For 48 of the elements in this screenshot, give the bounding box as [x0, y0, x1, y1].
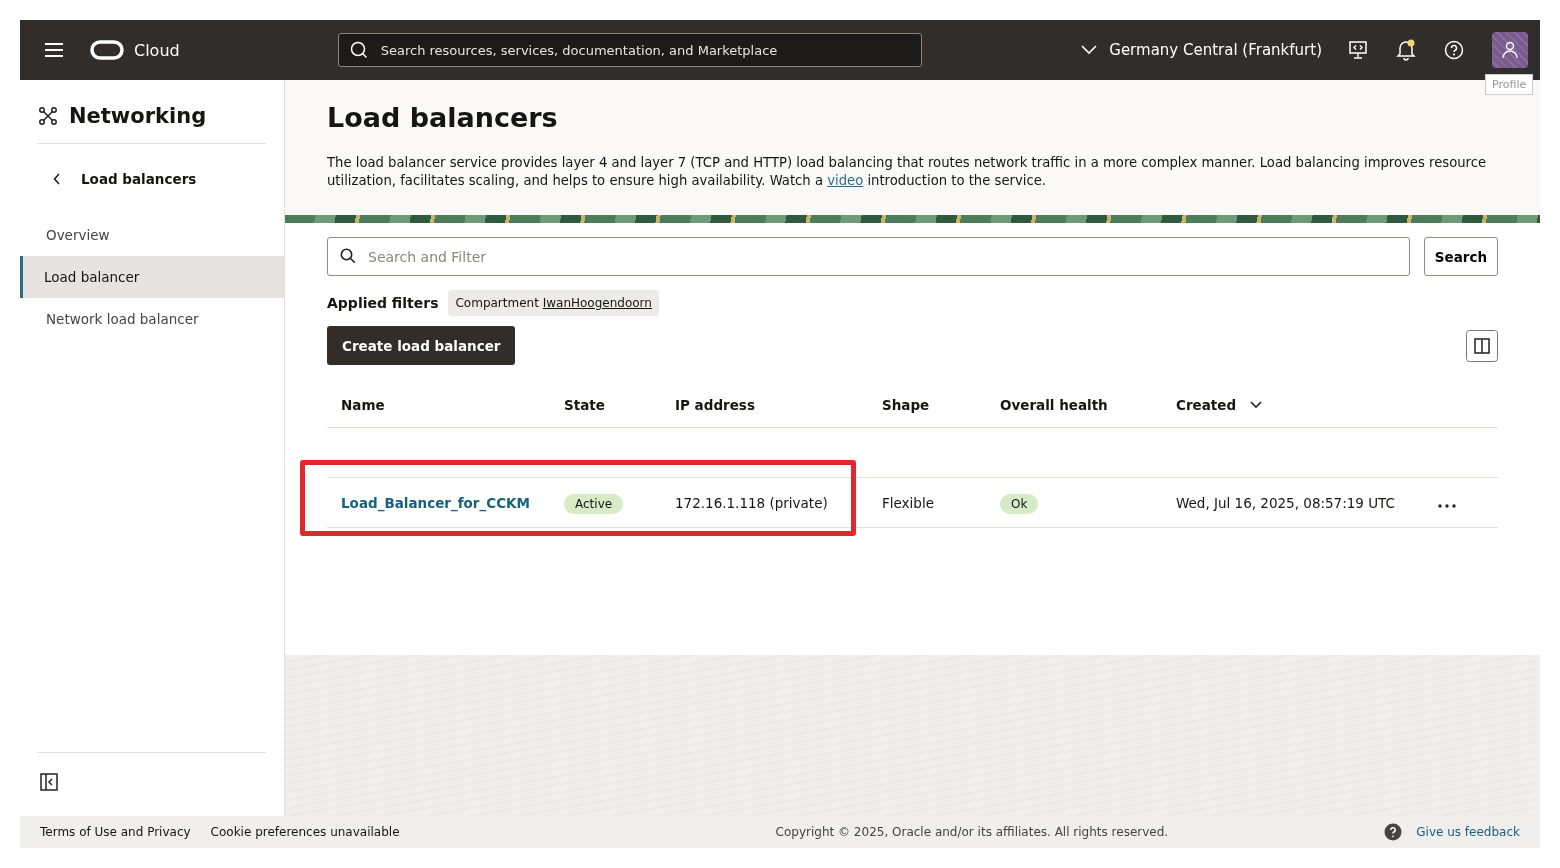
help-icon[interactable]	[1444, 40, 1464, 60]
profile-button[interactable]	[1492, 32, 1528, 68]
bell-icon[interactable]	[1396, 39, 1416, 61]
applied-filters-label: Applied filters	[327, 295, 439, 311]
collapse-panel-icon[interactable]	[40, 773, 58, 791]
load-balancer-link[interactable]: Load_Balancer_for_CCKM	[341, 494, 530, 511]
page-description: The load balancer service provides layer 4 and layer 7 (TCP and HTTP) load balancing that routes network traffic in a more complex manner. Load balancing improves resource utilization, facilitates scaling, and helps to ensure high availability. Watch a video introduction to the service.	[327, 154, 1488, 190]
column-settings-icon[interactable]	[1466, 329, 1498, 362]
monitor-code-icon[interactable]	[1348, 40, 1368, 60]
feedback-link[interactable]: Give us feedback	[1416, 825, 1520, 839]
global-search-field[interactable]: Search resources, services, documentation, and Marketplace	[337, 33, 922, 67]
logo-icon[interactable]	[90, 40, 124, 60]
health-badge: Ok	[1000, 493, 1039, 514]
search-filter-field[interactable]: Search and Filter	[327, 237, 1410, 276]
menu-icon[interactable]	[45, 43, 63, 57]
sidebar-title: Networking	[69, 103, 207, 128]
column-header[interactable]: Name	[341, 397, 564, 413]
network-icon	[38, 105, 58, 126]
sidebar-item[interactable]: Network load balancer	[20, 298, 284, 340]
help-icon[interactable]	[1384, 823, 1403, 841]
table-cell-text: Wed, Jul 16, 2025, 08:57:19 UTC	[1176, 494, 1396, 511]
filter-chip[interactable]: Compartment IwanHoogendoorn	[448, 290, 659, 316]
create-load-balancer-button[interactable]: Create load balancer	[327, 326, 516, 365]
cookie-preferences-text: Cookie preferences unavailable	[210, 825, 400, 839]
region-selector[interactable]: Germany Central (Frankfurt)	[1081, 41, 1322, 59]
sidebar-item[interactable]: Load balancer	[20, 256, 284, 298]
column-header[interactable]: Created	[1176, 397, 1438, 413]
page-title: Load balancers	[327, 102, 559, 133]
person-icon	[1502, 41, 1518, 59]
chevron-down-icon	[1081, 45, 1098, 55]
terms-link[interactable]: Terms of Use and Privacy	[40, 825, 191, 839]
chevron-left-icon	[53, 173, 61, 185]
state-badge: Active	[564, 493, 624, 514]
column-header[interactable]: State	[564, 397, 675, 413]
search-button[interactable]: Search	[1424, 237, 1498, 276]
copyright-text: Copyright © 2025, Oracle and/or its affiliates. All rights reserved.	[775, 825, 1169, 839]
more-actions-icon[interactable]	[1438, 503, 1456, 508]
video-link[interactable]: video	[827, 173, 864, 188]
profile-tooltip: Profile	[1485, 74, 1534, 95]
sort-chevron-icon	[1250, 401, 1263, 409]
back-link[interactable]: Load balancers	[20, 144, 284, 214]
brand-name: Cloud	[134, 40, 180, 60]
column-header[interactable]: Overall health	[1000, 397, 1176, 413]
column-header[interactable]: IP address	[675, 397, 882, 413]
column-header[interactable]: Shape	[882, 397, 1000, 413]
sidebar-item[interactable]: Overview	[20, 214, 284, 256]
table-cell-text: Flexible	[882, 494, 935, 511]
table-cell-text: 172.16.1.118 (private)	[675, 494, 829, 511]
